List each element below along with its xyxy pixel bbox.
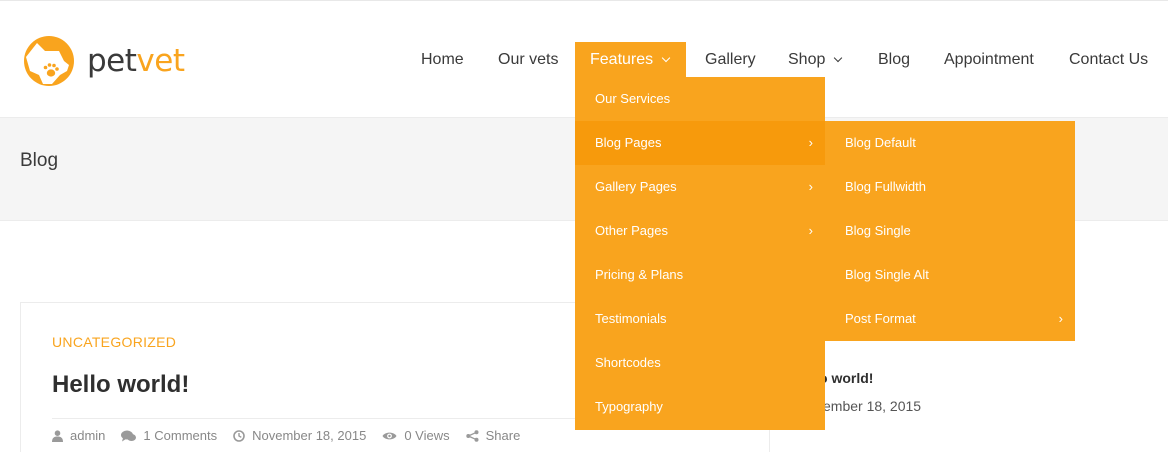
chevron-right-icon: › (808, 223, 813, 238)
nav-home[interactable]: Home (421, 42, 464, 78)
post-views-count: 0 Views (404, 428, 450, 443)
post-category[interactable]: UNCATEGORIZED (52, 334, 176, 350)
nav-our-vets[interactable]: Our vets (498, 42, 558, 78)
nav-shop[interactable]: Shop (788, 42, 843, 78)
chevron-right-icon: › (808, 179, 813, 194)
menu-item-label: Our Services (595, 91, 671, 106)
logo-text-pet: pet (87, 42, 137, 79)
nav-shop-label: Shop (788, 51, 826, 68)
recent-post-date: vember 18, 2015 (816, 398, 922, 414)
menu-item-label: Testimonials (595, 311, 667, 326)
menu-item-label: Other Pages (595, 223, 668, 238)
nav-blog[interactable]: Blog (878, 42, 910, 78)
nav-features-label: Features (590, 51, 654, 68)
menu-item-label: Typography (595, 399, 663, 414)
user-icon (52, 429, 63, 442)
post-date: November 18, 2015 (233, 428, 366, 443)
features-dropdown: Our Services Blog Pages › Gallery Pages › … (575, 77, 825, 430)
clock-icon (233, 429, 245, 442)
menu-item-blog-pages[interactable]: Blog Pages › (575, 121, 825, 165)
nav-contact-us[interactable]: Contact Us (1069, 42, 1148, 78)
blog-pages-submenu: Blog Default Blog Fullwidth Blog Single … (825, 121, 1075, 341)
logo-text-vet: vet (136, 42, 185, 79)
eye-icon (382, 432, 397, 439)
post-comments[interactable]: 1 Comments (121, 428, 217, 443)
chevron-right-icon: › (808, 135, 813, 150)
nav-features[interactable]: Features (575, 42, 686, 78)
post-comments-count: 1 Comments (143, 428, 218, 443)
menu-item-label: Blog Fullwidth (845, 179, 926, 194)
menu-item-blog-single[interactable]: Blog Single (825, 209, 1075, 253)
logo-wordmark: petvet (87, 42, 185, 79)
chevron-down-icon (661, 53, 671, 63)
site-logo[interactable]: petvet (23, 35, 185, 87)
menu-item-label: Blog Single Alt (845, 267, 929, 282)
post-views: 0 Views (382, 428, 450, 443)
post-author-name: admin (70, 428, 106, 443)
menu-item-gallery-pages[interactable]: Gallery Pages › (575, 165, 825, 209)
nav-appointment[interactable]: Appointment (944, 42, 1034, 78)
menu-item-typography[interactable]: Typography (575, 385, 825, 429)
menu-item-label: Blog Single (845, 223, 911, 238)
menu-item-shortcodes[interactable]: Shortcodes (575, 341, 825, 385)
post-share-label: Share (485, 428, 521, 443)
menu-item-label: Blog Default (845, 135, 916, 150)
page-title: Blog (20, 150, 59, 171)
post-meta: admin 1 Comments November 18, 2015 0 Vie… (52, 428, 536, 443)
post-date-text: November 18, 2015 (252, 428, 367, 443)
comments-icon (121, 430, 137, 441)
recent-post-title[interactable]: o world! (819, 370, 873, 386)
nav-gallery[interactable]: Gallery (705, 42, 756, 78)
menu-item-our-services[interactable]: Our Services (575, 77, 825, 121)
dog-paw-logo-icon (24, 36, 74, 86)
menu-item-blog-fullwidth[interactable]: Blog Fullwidth (825, 165, 1075, 209)
post-author[interactable]: admin (52, 428, 105, 443)
chevron-right-icon: › (1058, 311, 1063, 326)
menu-item-blog-default[interactable]: Blog Default (825, 121, 1075, 165)
menu-item-testimonials[interactable]: Testimonials (575, 297, 825, 341)
post-title[interactable]: Hello world! (52, 371, 189, 399)
share-icon (465, 429, 479, 442)
chevron-down-icon (834, 53, 843, 63)
menu-item-label: Post Format (845, 311, 916, 326)
menu-item-label: Blog Pages (595, 135, 662, 150)
post-share[interactable]: Share (465, 428, 521, 443)
menu-item-blog-single-alt[interactable]: Blog Single Alt (825, 253, 1075, 297)
menu-item-pricing-plans[interactable]: Pricing & Plans (575, 253, 825, 297)
menu-item-label: Pricing & Plans (595, 267, 684, 282)
menu-item-label: Shortcodes (595, 355, 661, 370)
menu-item-post-format[interactable]: Post Format › (825, 297, 1075, 341)
menu-item-other-pages[interactable]: Other Pages › (575, 209, 825, 253)
menu-item-label: Gallery Pages (595, 179, 677, 194)
